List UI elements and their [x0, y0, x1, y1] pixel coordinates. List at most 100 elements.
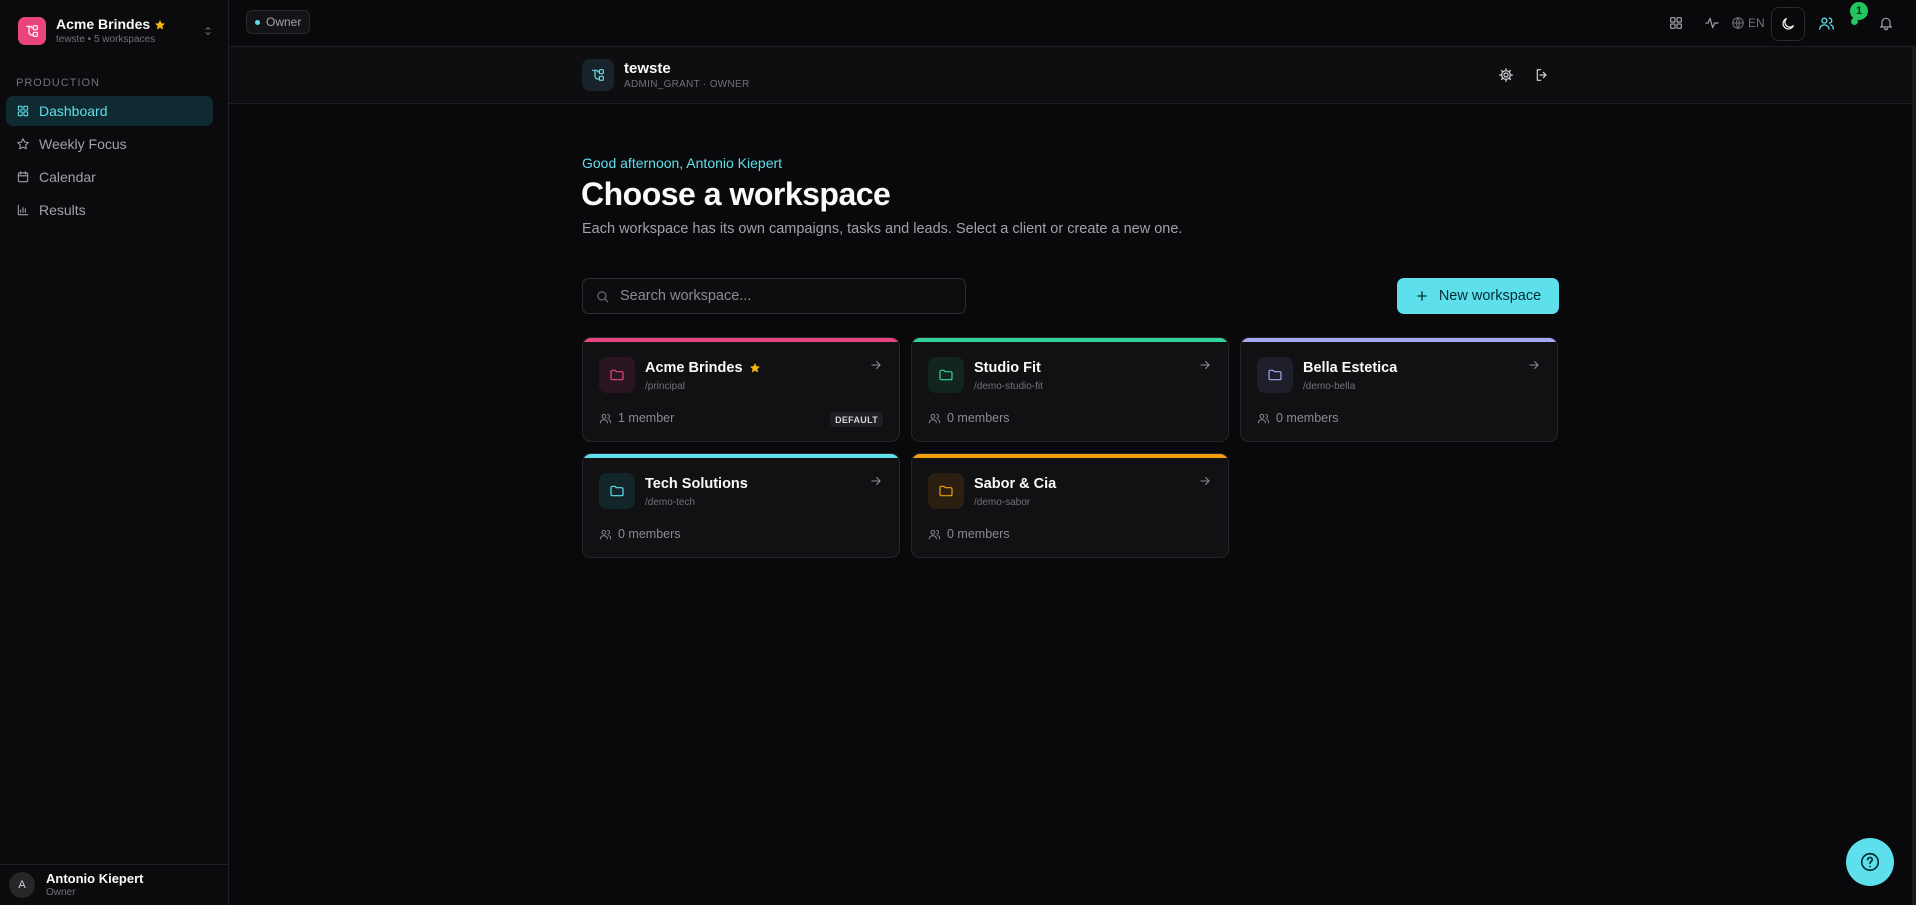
- apps-grid-icon: [1670, 17, 1682, 29]
- favorite-star-icon: [155, 19, 166, 30]
- account-name: tewste: [624, 60, 671, 77]
- scrollbar[interactable]: [1912, 47, 1916, 905]
- workspace-card-bella-estetica[interactable]: Bella Estetica /demo-bella 0 members: [1240, 337, 1558, 442]
- workspace-name: Tech Solutions: [645, 476, 748, 492]
- account-header: tewste ADMIN_GRANT · OWNER: [229, 47, 1912, 104]
- greeting: Good afternoon, Antonio Kiepert: [582, 155, 783, 171]
- workspace-name: Acme Brindes: [645, 360, 743, 376]
- brand-subtitle: tewste • 5 workspaces: [56, 34, 156, 46]
- sidebar-item-label: Results: [39, 202, 86, 218]
- help-button[interactable]: [1846, 838, 1894, 886]
- theme-toggle-button[interactable]: [1771, 7, 1805, 41]
- logout-button[interactable]: [1531, 64, 1553, 86]
- users-icon: [599, 529, 612, 539]
- bell-icon: [1880, 17, 1892, 31]
- users-icon: [599, 413, 612, 423]
- users-icon: [1257, 413, 1270, 423]
- folder-icon: [599, 473, 635, 509]
- settings-button[interactable]: [1495, 64, 1517, 86]
- top-bar: Owner: [229, 0, 1916, 47]
- card-color-bar: [912, 454, 1228, 458]
- sidebar-nav: Dashboard Weekly Focus Calendar Results: [6, 96, 213, 228]
- sidebar-item-label: Weekly Focus: [39, 136, 127, 152]
- search-box: [582, 278, 966, 314]
- arrow-right-icon: [869, 474, 883, 488]
- new-workspace-button[interactable]: New workspace: [1397, 278, 1559, 314]
- member-count: 0 members: [1276, 411, 1339, 425]
- user-name: Antonio Kiepert: [46, 870, 144, 886]
- globe-icon: [1732, 17, 1744, 29]
- page-subtitle: Each workspace has its own campaigns, ta…: [582, 221, 1183, 237]
- workspace-name: Bella Estetica: [1303, 360, 1398, 376]
- search-icon: [597, 290, 609, 302]
- workspace-card-studio-fit[interactable]: Studio Fit /demo-studio-fit 0 members: [911, 337, 1229, 442]
- section-label: PRODUCTION: [16, 77, 100, 89]
- arrow-right-icon: [1198, 474, 1212, 488]
- arrow-right-icon: [1198, 358, 1212, 372]
- member-count: 0 members: [947, 411, 1010, 425]
- role-badge: Owner: [246, 10, 311, 34]
- users-icon: [928, 413, 941, 423]
- folder-icon: [1257, 357, 1293, 393]
- activity-button[interactable]: [1701, 12, 1723, 34]
- folder-icon: [928, 473, 964, 509]
- card-color-bar: [583, 338, 899, 342]
- calendar-icon: [17, 171, 29, 183]
- moon-icon: [1782, 18, 1794, 30]
- brand-logo-icon: [18, 17, 46, 45]
- sidebar-item-dashboard[interactable]: Dashboard: [6, 96, 213, 126]
- member-count: 1 member: [618, 411, 675, 425]
- logout-icon: [1536, 69, 1547, 81]
- workspace-card-tech-solutions[interactable]: Tech Solutions /demo-tech 0 members: [582, 453, 900, 558]
- member-count: 0 members: [947, 527, 1010, 541]
- sidebar-item-label: Dashboard: [39, 103, 108, 119]
- user-menu[interactable]: A Antonio Kiepert Owner: [0, 864, 229, 905]
- workspace-switcher[interactable]: Acme Brindes tewste • 5 workspaces: [18, 15, 214, 46]
- workspace-name: Sabor & Cia: [974, 476, 1057, 492]
- favorite-star-icon: [749, 363, 760, 373]
- default-badge: DEFAULT: [830, 412, 883, 427]
- workspace-slug: /demo-bella: [1303, 381, 1356, 392]
- role-badge-label: Owner: [266, 15, 302, 29]
- grid-icon: [17, 105, 29, 117]
- folder-icon: [928, 357, 964, 393]
- sidebar-item-calendar[interactable]: Calendar: [6, 162, 213, 192]
- sidebar-item-label: Calendar: [39, 169, 96, 185]
- notifications-button[interactable]: [1875, 12, 1897, 34]
- status-dot-icon: [255, 19, 260, 25]
- workspace-card-sabor-cia[interactable]: Sabor & Cia /demo-sabor 0 members: [911, 453, 1229, 558]
- language-switcher[interactable]: EN: [1731, 12, 1765, 34]
- chevron-up-down-icon: [202, 25, 214, 37]
- search-input[interactable]: [620, 288, 950, 304]
- help-icon: [1860, 852, 1880, 872]
- sidebar: Acme Brindes tewste • 5 workspaces PRODU…: [0, 0, 229, 905]
- workspace-slug: /principal: [645, 381, 686, 392]
- workspace-card-acme-brindes[interactable]: Acme Brindes /principal 1 member DEFAULT: [582, 337, 900, 442]
- workspace-slug: /demo-tech: [645, 497, 696, 508]
- apps-grid-button[interactable]: [1665, 12, 1687, 34]
- users-icon: [1818, 17, 1834, 30]
- workspace-name: Studio Fit: [974, 360, 1041, 376]
- new-workspace-label: New workspace: [1438, 288, 1542, 304]
- team-button[interactable]: [1815, 12, 1837, 34]
- avatar: A: [9, 872, 35, 898]
- arrow-right-icon: [1527, 358, 1541, 372]
- notification-count-badge: 1: [1850, 2, 1868, 20]
- gear-icon: [1499, 68, 1513, 82]
- workspace-slug: /demo-studio-fit: [974, 381, 1043, 392]
- member-count: 0 members: [618, 527, 681, 541]
- card-color-bar: [583, 454, 899, 458]
- folder-icon: [599, 357, 635, 393]
- arrow-right-icon: [869, 358, 883, 372]
- sidebar-item-weekly-focus[interactable]: Weekly Focus: [6, 129, 213, 159]
- bar-chart-icon: [17, 204, 29, 216]
- user-role: Owner: [46, 886, 76, 898]
- sidebar-item-results[interactable]: Results: [6, 195, 213, 225]
- brand-name: Acme Brindes: [56, 15, 151, 32]
- card-color-bar: [1241, 338, 1557, 342]
- account-logo-icon: [582, 59, 614, 91]
- account-subtitle: ADMIN_GRANT · OWNER: [624, 79, 750, 90]
- language-label: EN: [1748, 16, 1765, 30]
- plus-icon: [1417, 291, 1427, 301]
- page-title: Choose a workspace: [581, 176, 891, 212]
